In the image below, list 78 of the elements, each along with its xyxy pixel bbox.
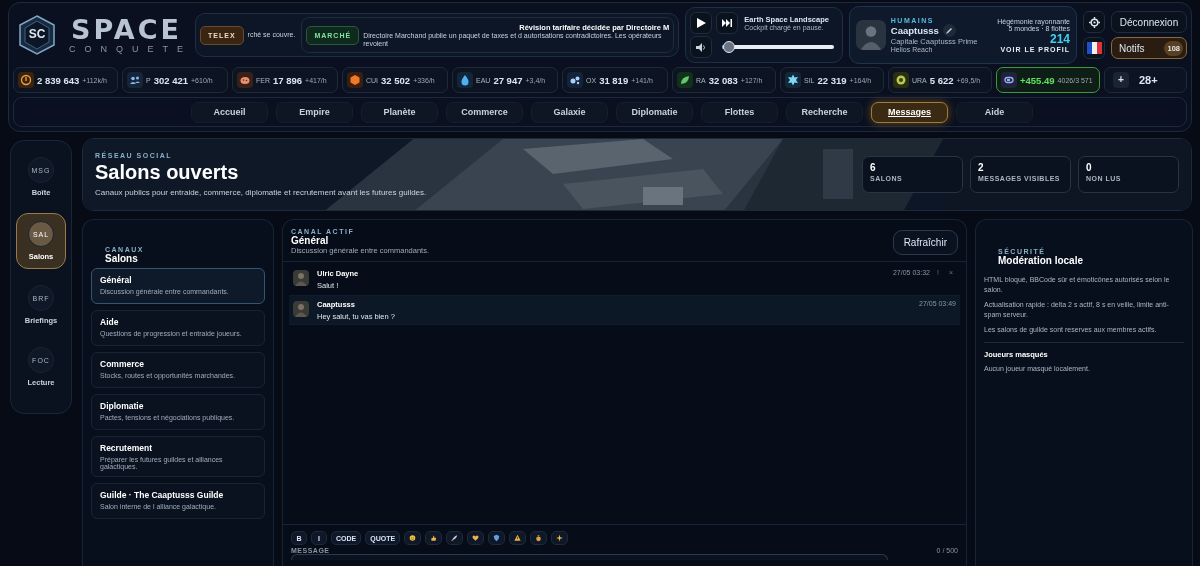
emoji-button[interactable]	[530, 531, 548, 545]
credits-icon	[20, 74, 32, 86]
nav-tab[interactable]: Flottes	[701, 101, 778, 123]
emoji-button[interactable]	[488, 531, 506, 545]
shield-icon	[493, 533, 501, 543]
warning-icon	[514, 533, 522, 543]
rocket-icon	[451, 533, 459, 543]
french-flag-icon	[1086, 42, 1102, 54]
logo-subtitle: CONQUETE	[68, 43, 192, 55]
resource-value: 22 319	[817, 74, 847, 86]
battery-icon	[1003, 74, 1015, 86]
pencil-icon	[945, 26, 954, 35]
emoji-button[interactable]	[446, 531, 464, 545]
nav-tab[interactable]: Planète	[361, 101, 438, 123]
stat-value: 6	[870, 162, 877, 173]
panel-title: Modération locale	[998, 255, 1084, 266]
slider-thumb[interactable]	[723, 41, 735, 53]
resource-value: 32 083	[708, 74, 738, 86]
refresh-button[interactable]: Rafraîchir	[892, 230, 958, 255]
people-icon	[129, 74, 141, 86]
resource-value: 2 839 643	[37, 74, 80, 86]
settings-icon	[1088, 16, 1100, 28]
resource-value: 31 819	[599, 74, 629, 86]
nav-tab[interactable]: Commerce	[446, 101, 523, 123]
emoji-button[interactable]	[509, 531, 527, 545]
nav-tab[interactable]: Messages	[871, 101, 948, 123]
avatar	[293, 270, 309, 286]
resource-value: 28+	[1139, 74, 1158, 86]
resource-value: +455.49	[1020, 74, 1055, 86]
plus-sign: +	[1113, 72, 1129, 88]
page-description: Canaux publics pour entraide, commerce, diplomatie et recrutement avant les futures guildes.	[95, 188, 427, 197]
panel-title: Salons	[105, 253, 139, 264]
emoji-button[interactable]	[404, 531, 422, 545]
nav-tab[interactable]: Empire	[276, 101, 353, 123]
resource-value: 5 622	[929, 74, 954, 86]
resource-value: 302 421	[153, 74, 188, 86]
stat-value: 2	[978, 162, 985, 173]
emoji-button[interactable]	[467, 531, 485, 545]
nav-tab[interactable]: Galaxie	[531, 101, 608, 123]
stat-value: 0	[1086, 162, 1093, 173]
avatar	[293, 301, 309, 317]
resource-value: 17 896	[273, 74, 303, 86]
play-button[interactable]	[690, 12, 713, 34]
player-name: Caaptusss	[890, 25, 939, 36]
nav-tab[interactable]: Diplomatie	[616, 101, 693, 123]
money-bag-icon	[535, 533, 543, 543]
heart-icon	[472, 533, 480, 543]
nav-tab[interactable]: Accueil	[191, 101, 268, 123]
resource-value: 27 947	[493, 74, 523, 86]
message-field[interactable]	[291, 554, 888, 560]
edit-button[interactable]	[942, 24, 956, 37]
play-icon	[696, 18, 706, 28]
logout-button[interactable]: Déconnexion	[1111, 11, 1187, 33]
thumbs-up-icon	[430, 533, 438, 543]
emoji-button[interactable]	[551, 531, 569, 545]
nav-tab[interactable]: Recherche	[786, 101, 863, 123]
volume-icon	[696, 42, 707, 52]
sparkle-icon	[556, 533, 564, 543]
avatar	[855, 20, 886, 50]
crystal-icon	[787, 74, 799, 86]
logo-badge: SC	[19, 15, 55, 55]
skip-button[interactable]	[716, 12, 739, 34]
score-value: 214	[1049, 31, 1070, 46]
nav-tab[interactable]: Aide	[956, 101, 1033, 123]
drop-icon	[459, 74, 471, 86]
logo-title: SPACE	[71, 15, 182, 44]
channel-title: Général	[291, 235, 330, 246]
volume-button[interactable]	[690, 36, 713, 58]
settings-button[interactable]	[1083, 11, 1105, 33]
resource-value: 32 502	[381, 74, 411, 86]
language-button[interactable]	[1083, 37, 1105, 59]
leaf-icon	[679, 74, 691, 86]
bubbles-icon	[569, 74, 581, 86]
skip-icon	[722, 19, 733, 27]
smiley-icon	[409, 533, 417, 543]
hexagon-icon	[349, 74, 361, 86]
emoji-button[interactable]	[425, 531, 443, 545]
page-title: Salons ouverts	[95, 161, 240, 184]
